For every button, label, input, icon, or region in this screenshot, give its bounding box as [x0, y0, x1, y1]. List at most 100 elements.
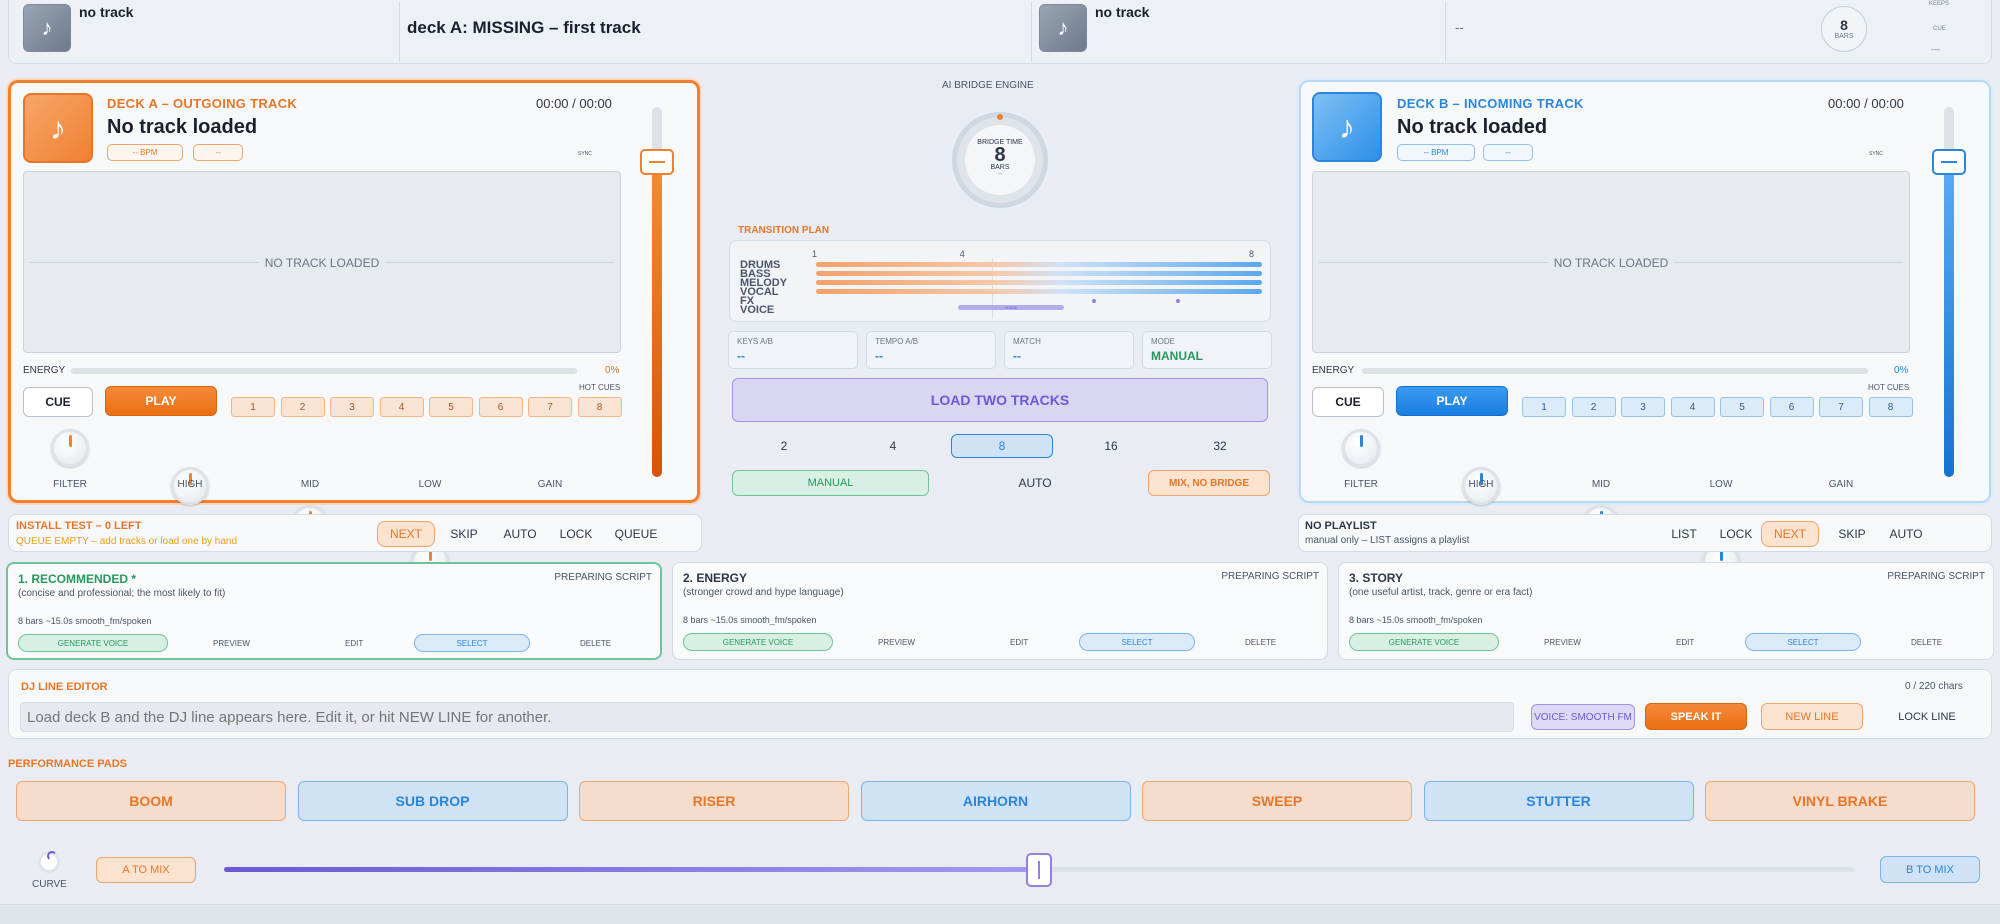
script-card-title: 2. ENERGY [683, 571, 748, 585]
mode-mix-button[interactable]: MIX, NO BRIDGE [1148, 470, 1270, 496]
deck-a-cue-button[interactable]: CUE [23, 387, 93, 417]
hot-cue-4[interactable]: 4 [1670, 397, 1715, 417]
select-button[interactable]: SELECT [1079, 633, 1195, 651]
curve-knob[interactable] [38, 851, 60, 873]
bar-options: 2 4 8 16 32 [733, 434, 1269, 458]
deck-b-waveform[interactable]: NO TRACK LOADED [1312, 171, 1910, 353]
new-line-button[interactable]: NEW LINE [1761, 703, 1863, 730]
knob-filter[interactable] [1342, 429, 1380, 467]
stat-label: KEYS A/B [737, 337, 774, 346]
preview-button[interactable]: PREVIEW [213, 639, 250, 648]
deck-b-play-button[interactable]: PLAY [1396, 386, 1508, 416]
pad-riser[interactable]: RISER [579, 781, 849, 821]
queue-lock-button[interactable]: LOCK [1707, 521, 1765, 547]
queue-next-button[interactable]: NEXT [1761, 521, 1819, 547]
hot-cue-2[interactable]: 2 [280, 397, 325, 417]
hot-cue-6[interactable]: 6 [478, 397, 523, 417]
queue-next-button[interactable]: NEXT [377, 521, 435, 547]
crossfader-handle[interactable] [1026, 853, 1052, 887]
pad-stutter[interactable]: STUTTER [1423, 781, 1694, 821]
mode-manual-button[interactable]: MANUAL [732, 470, 929, 496]
generate-voice-button[interactable]: GENERATE VOICE [1349, 633, 1499, 651]
script-card-1[interactable]: 1. RECOMMENDED * PREPARING SCRIPT (concise… [6, 562, 662, 660]
a-to-mix-button[interactable]: A TO MIX [96, 857, 196, 883]
knob-label-mid: MID [1591, 479, 1611, 490]
hot-cue-7[interactable]: 7 [528, 397, 572, 417]
main-status: deck A: MISSING – first track [407, 18, 641, 37]
pad-sweep[interactable]: SWEEP [1142, 781, 1412, 821]
hot-cue-2[interactable]: 2 [1571, 397, 1616, 417]
queue-lock-button[interactable]: LOCK [547, 521, 605, 547]
preview-button[interactable]: PREVIEW [878, 638, 915, 647]
delete-button[interactable]: DELETE [1911, 638, 1942, 647]
hot-cue-3[interactable]: 3 [330, 397, 374, 417]
lane-label-voice: VOICE [740, 304, 775, 316]
bar-option-8[interactable]: 8 [951, 434, 1053, 458]
select-button[interactable]: SELECT [414, 634, 530, 652]
hot-cue-1[interactable]: 1 [1522, 397, 1566, 417]
script-card-2[interactable]: 2. ENERGY PREPARING SCRIPT (stronger crowd… [672, 562, 1328, 660]
hot-cue-3[interactable]: 3 [1621, 397, 1665, 417]
bars-dial[interactable]: 8 BARS [1821, 6, 1867, 52]
keeps-label: KEEPS [1929, 1, 1950, 7]
pad-vinyl-brake[interactable]: VINYL BRAKE [1705, 781, 1975, 821]
queue-auto-button[interactable]: AUTO [491, 521, 549, 547]
queue-list-button[interactable]: LIST [1655, 521, 1713, 547]
transition-plan[interactable]: 148 DRUMS BASS MELODY VOCAL FX VOICE VOICE [729, 240, 1271, 322]
lock-line-button[interactable]: LOCK LINE [1875, 703, 1979, 730]
mode-auto-button[interactable]: AUTO [995, 470, 1075, 496]
knob-filter[interactable] [51, 429, 89, 467]
dial-sub: -- [997, 171, 1003, 178]
queue-queue-button[interactable]: QUEUE [607, 521, 665, 547]
deck-b-cue-button[interactable]: CUE [1312, 387, 1384, 417]
load-two-tracks-button[interactable]: LOAD TWO TRACKS [732, 378, 1268, 422]
deck-a-hot-cues: 12345678 [231, 397, 623, 419]
delete-button[interactable]: DELETE [580, 639, 611, 648]
select-button[interactable]: SELECT [1745, 633, 1861, 651]
hot-cue-5[interactable]: 5 [429, 397, 473, 417]
voice-select-button[interactable]: VOICE: SMOOTH FM [1531, 704, 1635, 730]
cue-label: CUE [1933, 26, 1946, 32]
bar-option-16[interactable]: 16 [1060, 434, 1162, 458]
deck-a-key[interactable]: -- [193, 144, 243, 161]
hot-cue-8[interactable]: 8 [1868, 397, 1913, 417]
pad-airhorn[interactable]: AIRHORN [860, 781, 1131, 821]
deck-b-sync[interactable]: SYNC [1869, 151, 1883, 157]
b-to-mix-button[interactable]: B TO MIX [1880, 856, 1980, 883]
bar-option-2[interactable]: 2 [733, 434, 835, 458]
generate-voice-button[interactable]: GENERATE VOICE [683, 633, 833, 651]
edit-button[interactable]: EDIT [1010, 638, 1028, 647]
deck-b-volume-handle[interactable] [1932, 149, 1966, 175]
speak-it-button[interactable]: SPEAK IT [1645, 703, 1747, 730]
edit-button[interactable]: EDIT [1676, 638, 1694, 647]
hot-cue-1[interactable]: 1 [231, 397, 275, 417]
script-card-3[interactable]: 3. STORY PREPARING SCRIPT (one useful arti… [1338, 562, 1994, 660]
knob-label-gain: GAIN [1828, 479, 1854, 490]
deck-b-bpm[interactable]: -- BPM [1397, 144, 1475, 161]
pad-sub-drop[interactable]: SUB DROP [297, 781, 568, 821]
hot-cue-8[interactable]: 8 [577, 397, 622, 417]
edit-button[interactable]: EDIT [345, 639, 363, 648]
generate-voice-button[interactable]: GENERATE VOICE [18, 634, 168, 652]
deck-a-play-button[interactable]: PLAY [105, 386, 217, 416]
deck-a-volume-handle[interactable] [640, 149, 674, 175]
pad-boom[interactable]: BOOM [16, 781, 286, 821]
queue-skip-button[interactable]: SKIP [1823, 521, 1881, 547]
queue-skip-button[interactable]: SKIP [435, 521, 493, 547]
bar-option-32[interactable]: 32 [1169, 434, 1271, 458]
hot-cue-4[interactable]: 4 [379, 397, 424, 417]
preview-button[interactable]: PREVIEW [1544, 638, 1581, 647]
bridge-time-dial[interactable]: BRIDGE TIME 8 BARS -- [952, 112, 1048, 208]
deck-b-key[interactable]: -- [1483, 144, 1533, 161]
hot-cue-5[interactable]: 5 [1720, 397, 1764, 417]
fx-dot [1092, 299, 1096, 303]
delete-button[interactable]: DELETE [1245, 638, 1276, 647]
hot-cue-7[interactable]: 7 [1819, 397, 1863, 417]
dj-line-input[interactable] [20, 702, 1514, 732]
deck-a-sync[interactable]: SYNC [578, 151, 592, 157]
deck-a-bpm[interactable]: -- BPM [107, 144, 183, 161]
bar-option-4[interactable]: 4 [842, 434, 944, 458]
queue-auto-button[interactable]: AUTO [1877, 521, 1935, 547]
hot-cue-6[interactable]: 6 [1769, 397, 1814, 417]
deck-a-waveform[interactable]: NO TRACK LOADED [23, 171, 621, 353]
